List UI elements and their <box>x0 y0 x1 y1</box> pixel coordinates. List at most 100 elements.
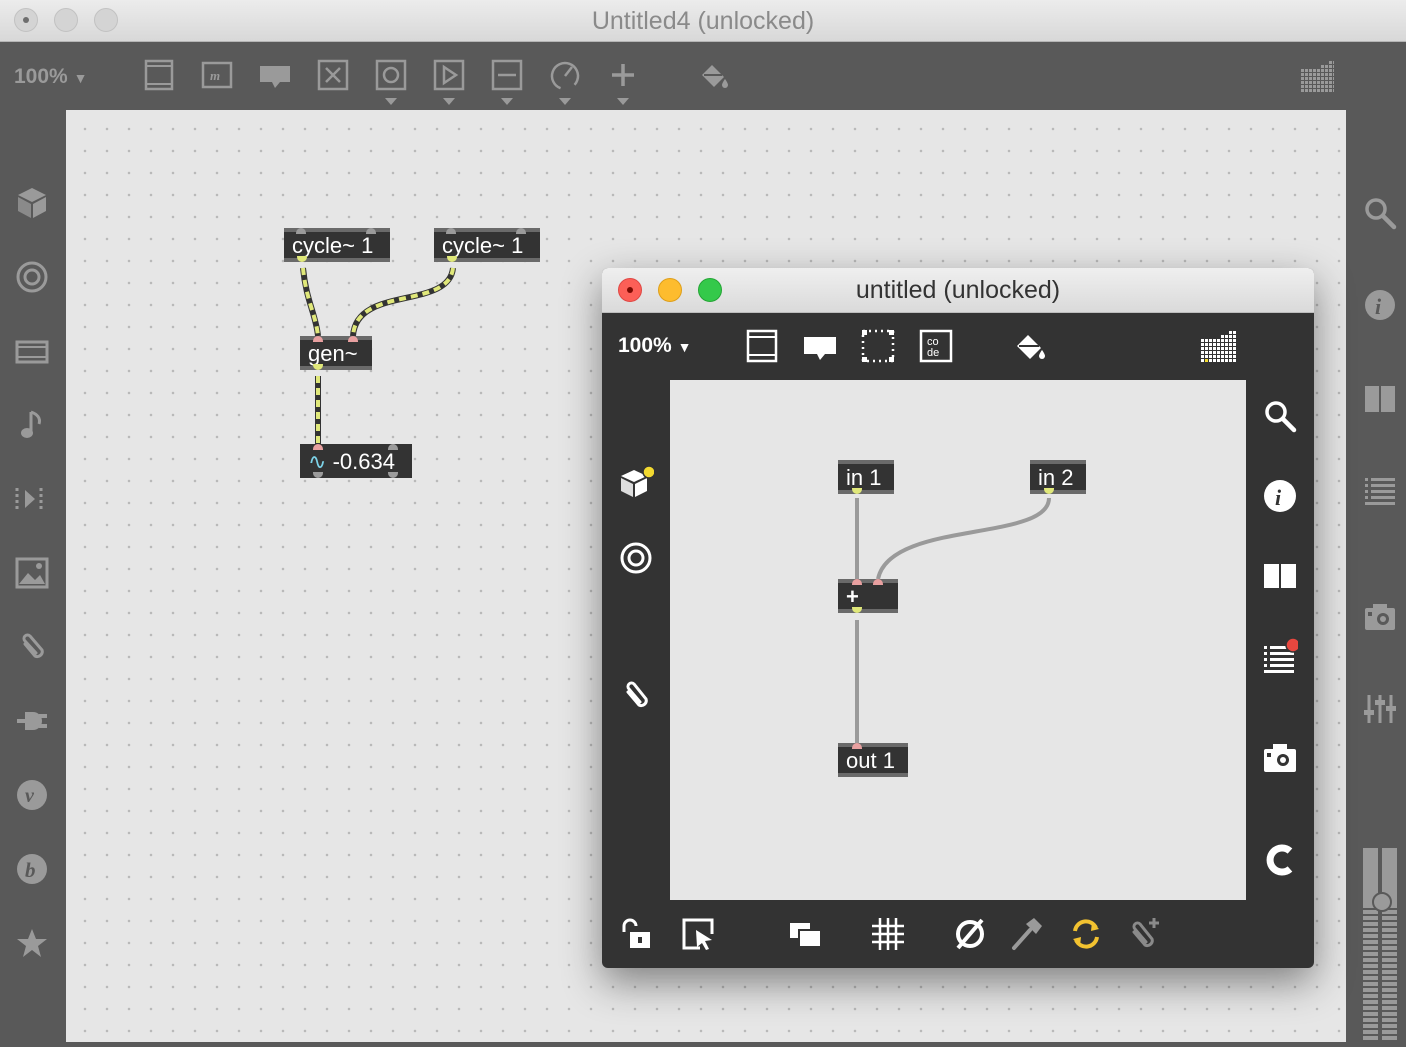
inlet[interactable] <box>446 228 456 234</box>
grid-pattern-icon[interactable] <box>1300 58 1334 92</box>
in-object-1[interactable]: in 1 <box>838 460 894 494</box>
chevron-down-icon[interactable] <box>501 98 513 105</box>
inlet[interactable] <box>516 228 526 234</box>
zoom-value: 100% <box>14 65 68 88</box>
cycle-object-2[interactable]: cycle~ 1 <box>434 228 540 262</box>
outlet[interactable] <box>1044 488 1054 494</box>
gen-patcher-canvas[interactable]: in 1 in 2 + out 1 <box>670 380 1246 900</box>
object-text: cycle~ 1 <box>292 233 374 258</box>
vst-v-icon[interactable]: v <box>15 778 49 812</box>
cycle-object-1[interactable]: cycle~ 1 <box>284 228 390 262</box>
inlet[interactable] <box>388 444 398 450</box>
split-view-icon[interactable] <box>1262 558 1298 594</box>
camera-icon[interactable] <box>1363 600 1397 634</box>
cube-icon[interactable] <box>15 185 49 219</box>
outlet[interactable] <box>852 488 862 494</box>
presentation-frame-icon[interactable] <box>142 58 176 92</box>
level-meter-icon[interactable] <box>1361 848 1399 1042</box>
target-icon[interactable] <box>15 260 49 294</box>
info-icon[interactable]: i <box>1262 478 1298 514</box>
dotted-box-icon[interactable] <box>860 328 896 364</box>
paint-bucket-icon[interactable] <box>697 58 731 92</box>
target-icon[interactable] <box>618 540 654 576</box>
comment-icon[interactable] <box>802 328 838 364</box>
patcher-toolbar: 100% ▼ m <box>0 42 1406 110</box>
search-icon[interactable] <box>1262 398 1298 434</box>
codebox-icon[interactable]: co de <box>918 328 954 364</box>
grid-pattern-icon[interactable] <box>1200 328 1236 364</box>
inlet[interactable] <box>296 228 306 234</box>
list-icon[interactable] <box>1363 474 1397 508</box>
inlet[interactable] <box>313 444 323 450</box>
svg-text:i: i <box>1375 294 1382 319</box>
zoom-selector[interactable]: 100% ▼ <box>618 334 691 358</box>
inlet[interactable] <box>348 336 358 342</box>
mixer-icon[interactable] <box>1363 692 1397 726</box>
chevron-down-icon[interactable] <box>559 98 571 105</box>
number-tilde-object[interactable]: ∿ -0.634 <box>300 444 412 478</box>
skip-frames-icon[interactable] <box>15 482 49 516</box>
button-x-icon[interactable] <box>316 58 350 92</box>
lock-icon[interactable] <box>618 916 654 952</box>
inlet[interactable] <box>852 743 862 749</box>
paperclip-icon[interactable] <box>618 678 654 714</box>
mute-icon[interactable] <box>952 916 988 952</box>
window-title: Untitled4 (unlocked) <box>591 7 815 35</box>
select-pointer-icon[interactable] <box>680 916 716 952</box>
message-box-icon[interactable]: m <box>200 58 234 92</box>
paint-bucket-icon[interactable] <box>1012 328 1048 364</box>
media-player-icon[interactable] <box>15 335 49 369</box>
plug-icon[interactable] <box>15 704 49 738</box>
in-object-2[interactable]: in 2 <box>1030 460 1086 494</box>
grid-icon[interactable] <box>870 916 906 952</box>
right-sidebar: i <box>1346 110 1406 1042</box>
paperclip-icon[interactable] <box>15 630 49 664</box>
chevron-down-icon[interactable] <box>443 98 455 105</box>
svg-text:de: de <box>927 347 939 359</box>
inlet[interactable] <box>366 228 376 234</box>
zoom-selector[interactable]: 100% ▼ <box>14 65 87 89</box>
image-icon[interactable] <box>15 556 49 590</box>
inlet[interactable] <box>873 579 883 585</box>
gen-object[interactable]: gen~ <box>300 336 372 370</box>
info-icon[interactable]: i <box>1363 288 1397 322</box>
toggle-circle-icon[interactable] <box>374 58 408 92</box>
presentation-frame-icon[interactable] <box>744 328 780 364</box>
window-titlebar: Untitled4 (unlocked) <box>0 0 1406 42</box>
refresh-icon[interactable] <box>1068 916 1104 952</box>
plus-object[interactable]: + <box>838 579 898 613</box>
c-icon[interactable] <box>1262 842 1298 878</box>
windows-icon[interactable] <box>788 916 824 952</box>
camera-icon[interactable] <box>1262 740 1298 776</box>
dial-icon[interactable] <box>548 58 582 92</box>
play-icon[interactable] <box>432 58 466 92</box>
star-icon[interactable] <box>15 926 49 960</box>
beap-b-icon[interactable]: b <box>15 852 49 886</box>
outlet[interactable] <box>313 472 323 478</box>
inlet[interactable] <box>313 336 323 342</box>
out-object-1[interactable]: out 1 <box>838 743 908 777</box>
search-icon[interactable] <box>1363 196 1397 230</box>
subwindow-titlebar: untitled (unlocked) <box>602 268 1314 313</box>
list-icon[interactable] <box>1262 638 1298 674</box>
signal-wave-icon: ∿ <box>308 449 327 474</box>
outlet[interactable] <box>297 256 307 262</box>
comment-icon[interactable] <box>258 58 292 92</box>
object-text: gen~ <box>308 341 358 366</box>
music-note-icon[interactable] <box>15 408 49 442</box>
slider-icon[interactable] <box>490 58 524 92</box>
plus-icon[interactable] <box>606 58 640 92</box>
outlet[interactable] <box>388 472 398 478</box>
object-text: cycle~ 1 <box>442 233 524 258</box>
outlet[interactable] <box>852 607 862 613</box>
hammer-icon[interactable] <box>1010 916 1046 952</box>
split-view-icon[interactable] <box>1363 382 1397 416</box>
chevron-down-icon[interactable] <box>617 98 629 105</box>
object-text: out 1 <box>846 748 895 773</box>
inlet[interactable] <box>852 579 862 585</box>
cube-icon[interactable] <box>618 464 654 500</box>
add-paperclip-icon[interactable] <box>1126 916 1162 952</box>
outlet[interactable] <box>447 256 457 262</box>
outlet[interactable] <box>313 364 323 370</box>
chevron-down-icon[interactable] <box>385 98 397 105</box>
